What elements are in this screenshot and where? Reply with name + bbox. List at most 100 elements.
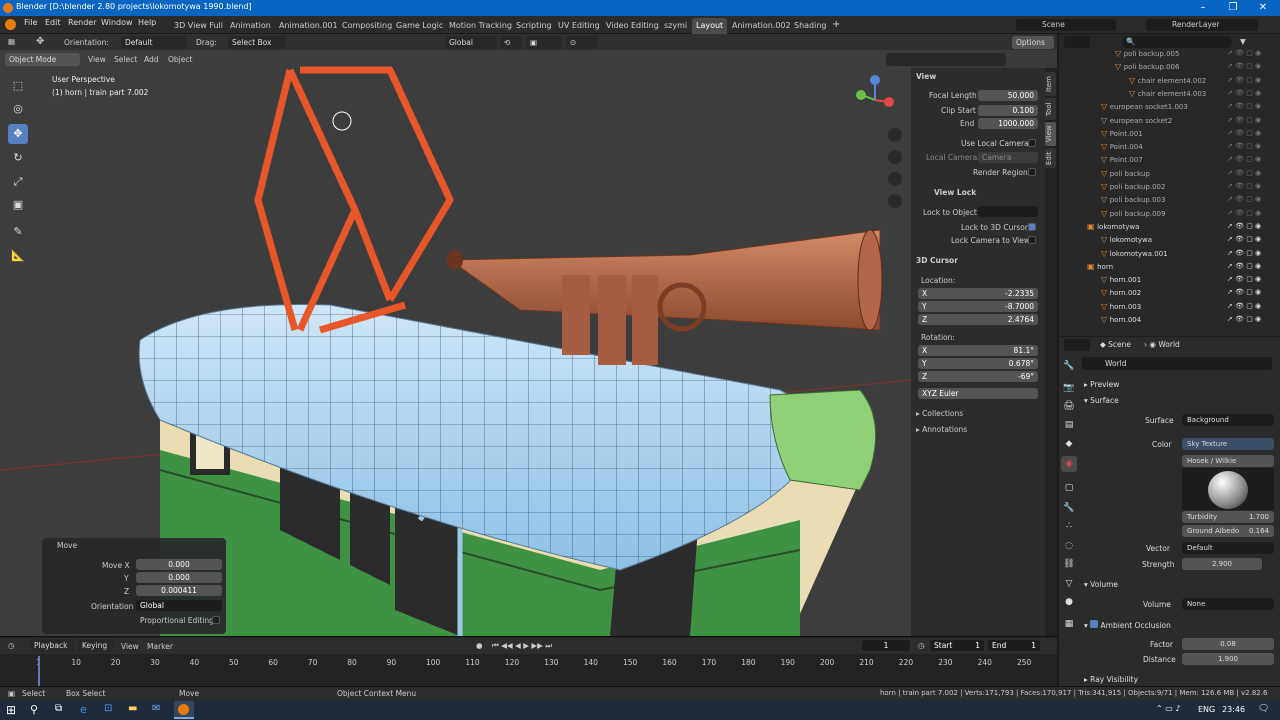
outliner-search-input[interactable] [1122, 36, 1232, 48]
visibility-toggles[interactable]: ➚ 👁 ▢ ◉ [1227, 315, 1261, 323]
tab-video-editing[interactable]: Video Editing [602, 18, 663, 34]
scene-props-icon[interactable]: ◆ [1061, 436, 1077, 452]
editor-type-icon[interactable]: ▦ [8, 37, 15, 46]
ground-albedo-field[interactable]: Ground Albedo 0.164 [1182, 525, 1274, 537]
move-z-field[interactable]: 0.000411 [136, 585, 222, 596]
menu-object[interactable]: Object [168, 55, 192, 64]
menu-help[interactable]: Help [138, 18, 156, 27]
factor-field[interactable]: 0.08 [1182, 638, 1274, 650]
zoom-icon[interactable] [888, 128, 902, 142]
visibility-toggles[interactable]: ➚ 👁 ▢ ◉ [1227, 222, 1261, 230]
outliner-editor-type[interactable] [1064, 36, 1090, 48]
visibility-toggles[interactable]: ➚ 👁 ▢ ◉ [1227, 155, 1261, 163]
snapping-toggle[interactable]: ▣ [526, 36, 562, 49]
outliner-row[interactable]: ▽ Point.004 ➚ 👁 ▢ ◉ [1059, 142, 1280, 155]
visibility-toggles[interactable]: ➚ 👁 ▢ ◉ [1227, 235, 1261, 243]
ortho-toggle-icon[interactable] [888, 194, 902, 208]
tab-animation-001[interactable]: Animation.001 [275, 18, 342, 34]
visibility-toggles[interactable]: ➚ 👁 ▢ ◉ [1227, 288, 1261, 296]
tab-game-logic[interactable]: Game Logic [392, 18, 447, 34]
menu-view[interactable]: View [88, 55, 106, 64]
tab-animation[interactable]: Animation [226, 18, 275, 34]
playback-menu[interactable]: Playback [30, 639, 74, 652]
visibility-toggles[interactable]: ➚ 👁 ▢ ◉ [1227, 49, 1261, 57]
vector-dropdown[interactable]: Default [1182, 542, 1274, 554]
task-view-icon[interactable]: ⧉ [55, 703, 62, 714]
data-props-icon[interactable]: ▽ [1061, 576, 1077, 592]
visibility-toggles[interactable]: ➚ 👁 ▢ ◉ [1227, 142, 1261, 150]
end-frame-field[interactable]: End 1 [988, 640, 1040, 651]
outliner-row[interactable]: ▽ horn.003 ➚ 👁 ▢ ◉ [1059, 302, 1280, 315]
tab-szymi[interactable]: szymi [660, 18, 691, 34]
visibility-toggles[interactable]: ➚ 👁 ▢ ◉ [1227, 195, 1261, 203]
orientation-dropdown[interactable]: Default [121, 36, 187, 49]
world-props-icon[interactable]: ◉ [1061, 456, 1077, 472]
tab-uv-editing[interactable]: UV Editing [554, 18, 604, 34]
tab-animation-002[interactable]: Animation.002 [728, 18, 795, 34]
focal-length-field[interactable]: 50.000 [978, 90, 1038, 101]
visibility-toggles[interactable]: ➚ 👁 ▢ ◉ [1227, 62, 1261, 70]
outliner-row[interactable]: ▽ european socket2 ➚ 👁 ▢ ◉ [1059, 116, 1280, 129]
playhead[interactable] [38, 656, 40, 686]
start-frame-field[interactable]: Start 1 [930, 640, 984, 651]
tab-edit[interactable]: Edit [1045, 148, 1056, 168]
visibility-toggles[interactable]: ➚ 👁 ▢ ◉ [1227, 76, 1261, 84]
tab-compositing[interactable]: Compositing [338, 18, 396, 34]
ambient-occlusion-section[interactable]: ▾ Ambient Occlusion [1084, 620, 1171, 630]
volume-dropdown[interactable]: None [1182, 598, 1274, 610]
turbidity-field[interactable]: Turbidity 1.700 [1182, 511, 1274, 523]
outliner-row[interactable]: ▽ chair element4.003 ➚ 👁 ▢ ◉ [1059, 89, 1280, 102]
outliner-row[interactable]: ▽ poli backup.005 ➚ 👁 ▢ ◉ [1059, 49, 1280, 62]
notifications-icon[interactable]: 🗨 [1258, 704, 1269, 714]
outliner-row[interactable]: ▽ lokomotywa ➚ 👁 ▢ ◉ [1059, 235, 1280, 248]
sun-sphere[interactable] [1208, 471, 1248, 509]
outliner-row[interactable]: ▽ Point.001 ➚ 👁 ▢ ◉ [1059, 129, 1280, 142]
preview-section[interactable]: ▸ Preview [1084, 380, 1119, 389]
visibility-toggles[interactable]: ➚ 👁 ▢ ◉ [1227, 262, 1261, 270]
move-x-field[interactable]: 0.000 [136, 559, 222, 570]
keying-menu[interactable]: Keying [78, 639, 114, 652]
clip-end-field[interactable]: 1000.000 [978, 118, 1038, 129]
start-menu-icon[interactable]: ⊞ [6, 703, 16, 717]
outliner-row[interactable]: ▽ horn.004 ➚ 👁 ▢ ◉ [1059, 315, 1280, 328]
proportional-edit-toggle[interactable]: ⊙ [566, 36, 598, 49]
surface-section[interactable]: ▾ Surface [1084, 396, 1119, 405]
proportional-editing-checkbox[interactable] [212, 616, 220, 624]
outliner-row[interactable]: ▽ poli backup ➚ 👁 ▢ ◉ [1059, 169, 1280, 182]
color-node-dropdown[interactable]: Sky Texture [1182, 438, 1274, 450]
annotations-section[interactable]: ▸ Annotations [916, 425, 967, 434]
menu-window[interactable]: Window [101, 18, 133, 27]
outliner-row[interactable]: ▣ lokomotywa ➚ 👁 ▢ ◉ [1059, 222, 1280, 235]
move-panel-title[interactable]: Move [57, 541, 77, 550]
timeline-editor-type[interactable]: ◷ [8, 641, 15, 650]
outliner-row[interactable]: ▽ poli backup.006 ➚ 👁 ▢ ◉ [1059, 62, 1280, 75]
outliner-row[interactable]: ▽ horn.002 ➚ 👁 ▢ ◉ [1059, 288, 1280, 301]
scale-tool-icon[interactable]: ⤢ [8, 172, 28, 192]
local-camera-field[interactable]: Camera [978, 152, 1038, 163]
menu-select[interactable]: Select [114, 55, 137, 64]
outliner-row[interactable]: ▽ poli backup.002 ➚ 👁 ▢ ◉ [1059, 182, 1280, 195]
close-window-button[interactable]: ✕ [1248, 0, 1278, 16]
edge-icon[interactable]: e [80, 703, 87, 716]
annotate-tool-icon[interactable]: ✎ [8, 222, 28, 242]
render-region-checkbox[interactable] [1028, 168, 1036, 176]
cursor-location-y[interactable]: Y -8.7000 [918, 301, 1038, 312]
outliner-row[interactable]: ▽ Point.007 ➚ 👁 ▢ ◉ [1059, 155, 1280, 168]
snap-icon[interactable]: ⟲ [500, 36, 522, 49]
tab-motion-tracking[interactable]: Motion Tracking [445, 18, 516, 34]
tab-layout[interactable]: Layout [692, 18, 728, 34]
outliner-row[interactable]: ▽ lokomotywa.001 ➚ 👁 ▢ ◉ [1059, 249, 1280, 262]
language-indicator[interactable]: ENG [1198, 705, 1215, 714]
tab-item[interactable]: Item [1045, 72, 1056, 96]
visibility-toggles[interactable]: ➚ 👁 ▢ ◉ [1227, 249, 1261, 257]
options-dropdown[interactable]: Options [1012, 36, 1054, 49]
visibility-toggles[interactable]: ➚ 👁 ▢ ◉ [1227, 275, 1261, 283]
menu-render[interactable]: Render [68, 18, 96, 27]
distance-field[interactable]: 1.900 [1182, 653, 1274, 665]
visibility-toggles[interactable]: ➚ 👁 ▢ ◉ [1227, 129, 1261, 137]
volume-section[interactable]: ▾ Volume [1084, 580, 1118, 589]
outliner-row[interactable]: ▽ poli backup.009 ➚ 👁 ▢ ◉ [1059, 209, 1280, 222]
rotation-mode-dropdown[interactable]: XYZ Euler [918, 388, 1038, 399]
visibility-toggles[interactable]: ➚ 👁 ▢ ◉ [1227, 209, 1261, 217]
select-box-tool-icon[interactable]: ⬚ [8, 76, 28, 96]
